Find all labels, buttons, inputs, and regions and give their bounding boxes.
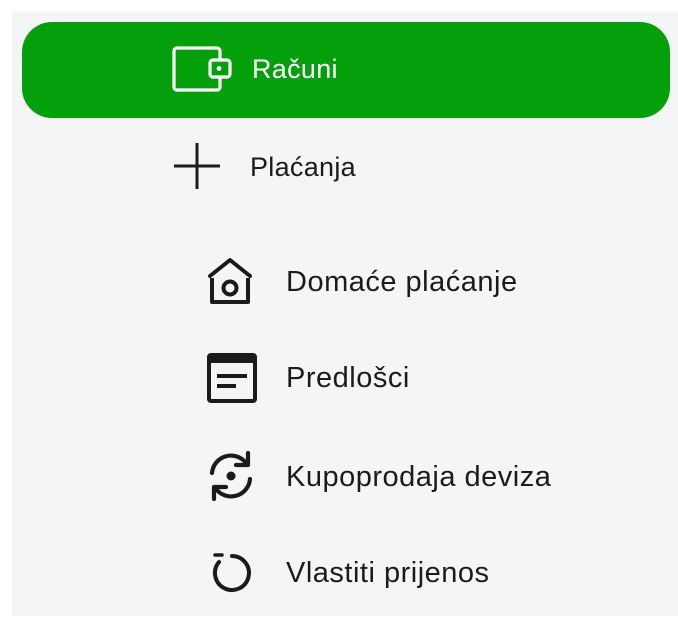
menu-item-domestic-payment[interactable]: Domaće plaćanje [12,242,678,322]
menu-item-accounts[interactable]: Računi [22,22,670,118]
wallet-icon [172,46,232,92]
side-menu: Računi Plaćanja Domaće plaćanje Predlošc… [12,12,678,616]
menu-item-label: Domaće plaćanje [286,266,518,298]
menu-item-payments[interactable]: Plaćanja [12,130,678,210]
menu-item-label: Plaćanja [250,152,356,182]
menu-item-templates[interactable]: Predlošci [12,340,678,420]
menu-item-label: Kupoprodaja deviza [286,461,552,493]
own-transfer-icon [213,553,251,592]
menu-item-label: Predlošci [286,362,410,394]
home-payment-icon [208,258,252,304]
menu-item-currency-exchange[interactable]: Kupoprodaja deviza [12,437,678,517]
plus-icon [174,143,220,189]
template-icon [207,353,257,403]
menu-item-label: Računi [252,54,338,84]
menu-item-own-transfer[interactable]: Vlastiti prijenos [12,535,678,611]
menu-item-label: Vlastiti prijenos [286,557,490,589]
currency-exchange-icon [209,450,253,502]
